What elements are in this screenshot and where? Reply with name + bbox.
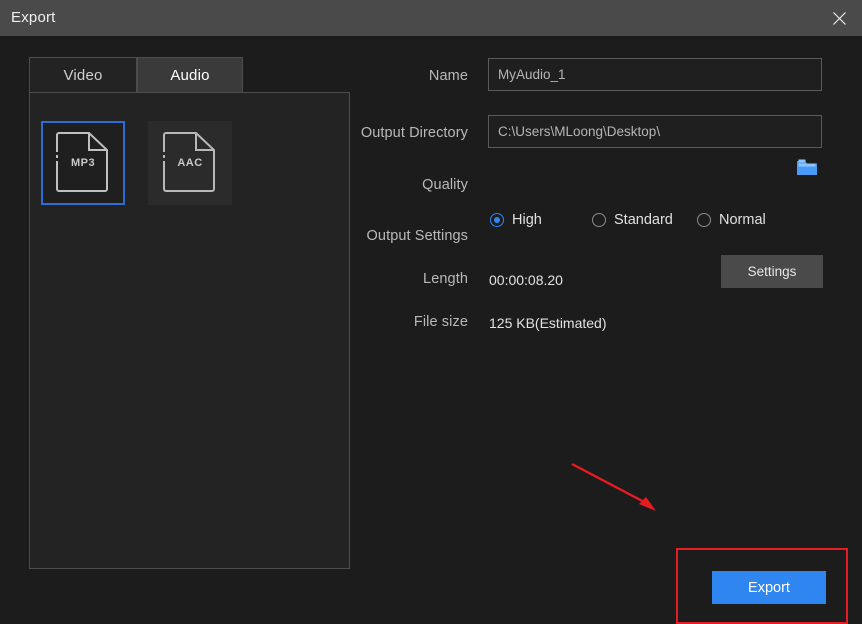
format-panel: MP3 AAC (29, 92, 350, 569)
quality-option-standard[interactable]: Standard (592, 210, 673, 230)
file-size-value: 125 KB(Estimated) (489, 315, 607, 331)
settings-button[interactable]: Settings (721, 255, 823, 288)
close-button[interactable] (816, 0, 862, 36)
tab-audio[interactable]: Audio (137, 57, 243, 93)
quality-option-normal-label: Normal (719, 212, 766, 228)
length-label: Length (423, 271, 468, 287)
output-settings-label: Output Settings (366, 228, 468, 244)
radio-normal-icon (697, 213, 711, 227)
close-icon (832, 11, 846, 25)
format-tabstrip: Video Audio (29, 57, 350, 93)
aac-file-icon: AAC (162, 130, 218, 197)
mp3-format-label: MP3 (70, 156, 96, 169)
window-titlebar: Export (0, 0, 862, 36)
quality-label: Quality (422, 177, 468, 193)
name-input[interactable] (488, 58, 822, 91)
tab-video[interactable]: Video (29, 57, 137, 93)
quality-option-normal[interactable]: Normal (697, 210, 766, 230)
quality-option-high[interactable]: High (490, 210, 542, 230)
radio-standard-icon (592, 213, 606, 227)
quality-option-high-label: High (512, 212, 542, 228)
length-value: 00:00:08.20 (489, 272, 563, 288)
tab-video-label: Video (63, 67, 103, 84)
mp3-file-icon: MP3 (55, 130, 111, 197)
export-button[interactable]: Export (712, 571, 826, 604)
folder-icon (797, 159, 817, 175)
browse-folder-button[interactable] (796, 158, 818, 177)
tab-audio-label: Audio (170, 67, 210, 84)
radio-high-icon (490, 213, 504, 227)
output-directory-label: Output Directory (360, 125, 468, 141)
dialog-body: Video Audio MP3 AAC Name MyAudio_1 Outpu… (0, 36, 862, 624)
output-directory-input[interactable] (488, 115, 822, 148)
quality-option-standard-label: Standard (614, 212, 673, 228)
format-option-mp3[interactable]: MP3 (41, 121, 125, 205)
aac-format-label: AAC (177, 156, 203, 169)
file-size-label: File size (413, 314, 468, 330)
name-label: Name (428, 68, 468, 84)
window-title: Export (11, 9, 56, 26)
format-option-aac[interactable]: AAC (148, 121, 232, 205)
annotation-arrow (571, 462, 656, 511)
